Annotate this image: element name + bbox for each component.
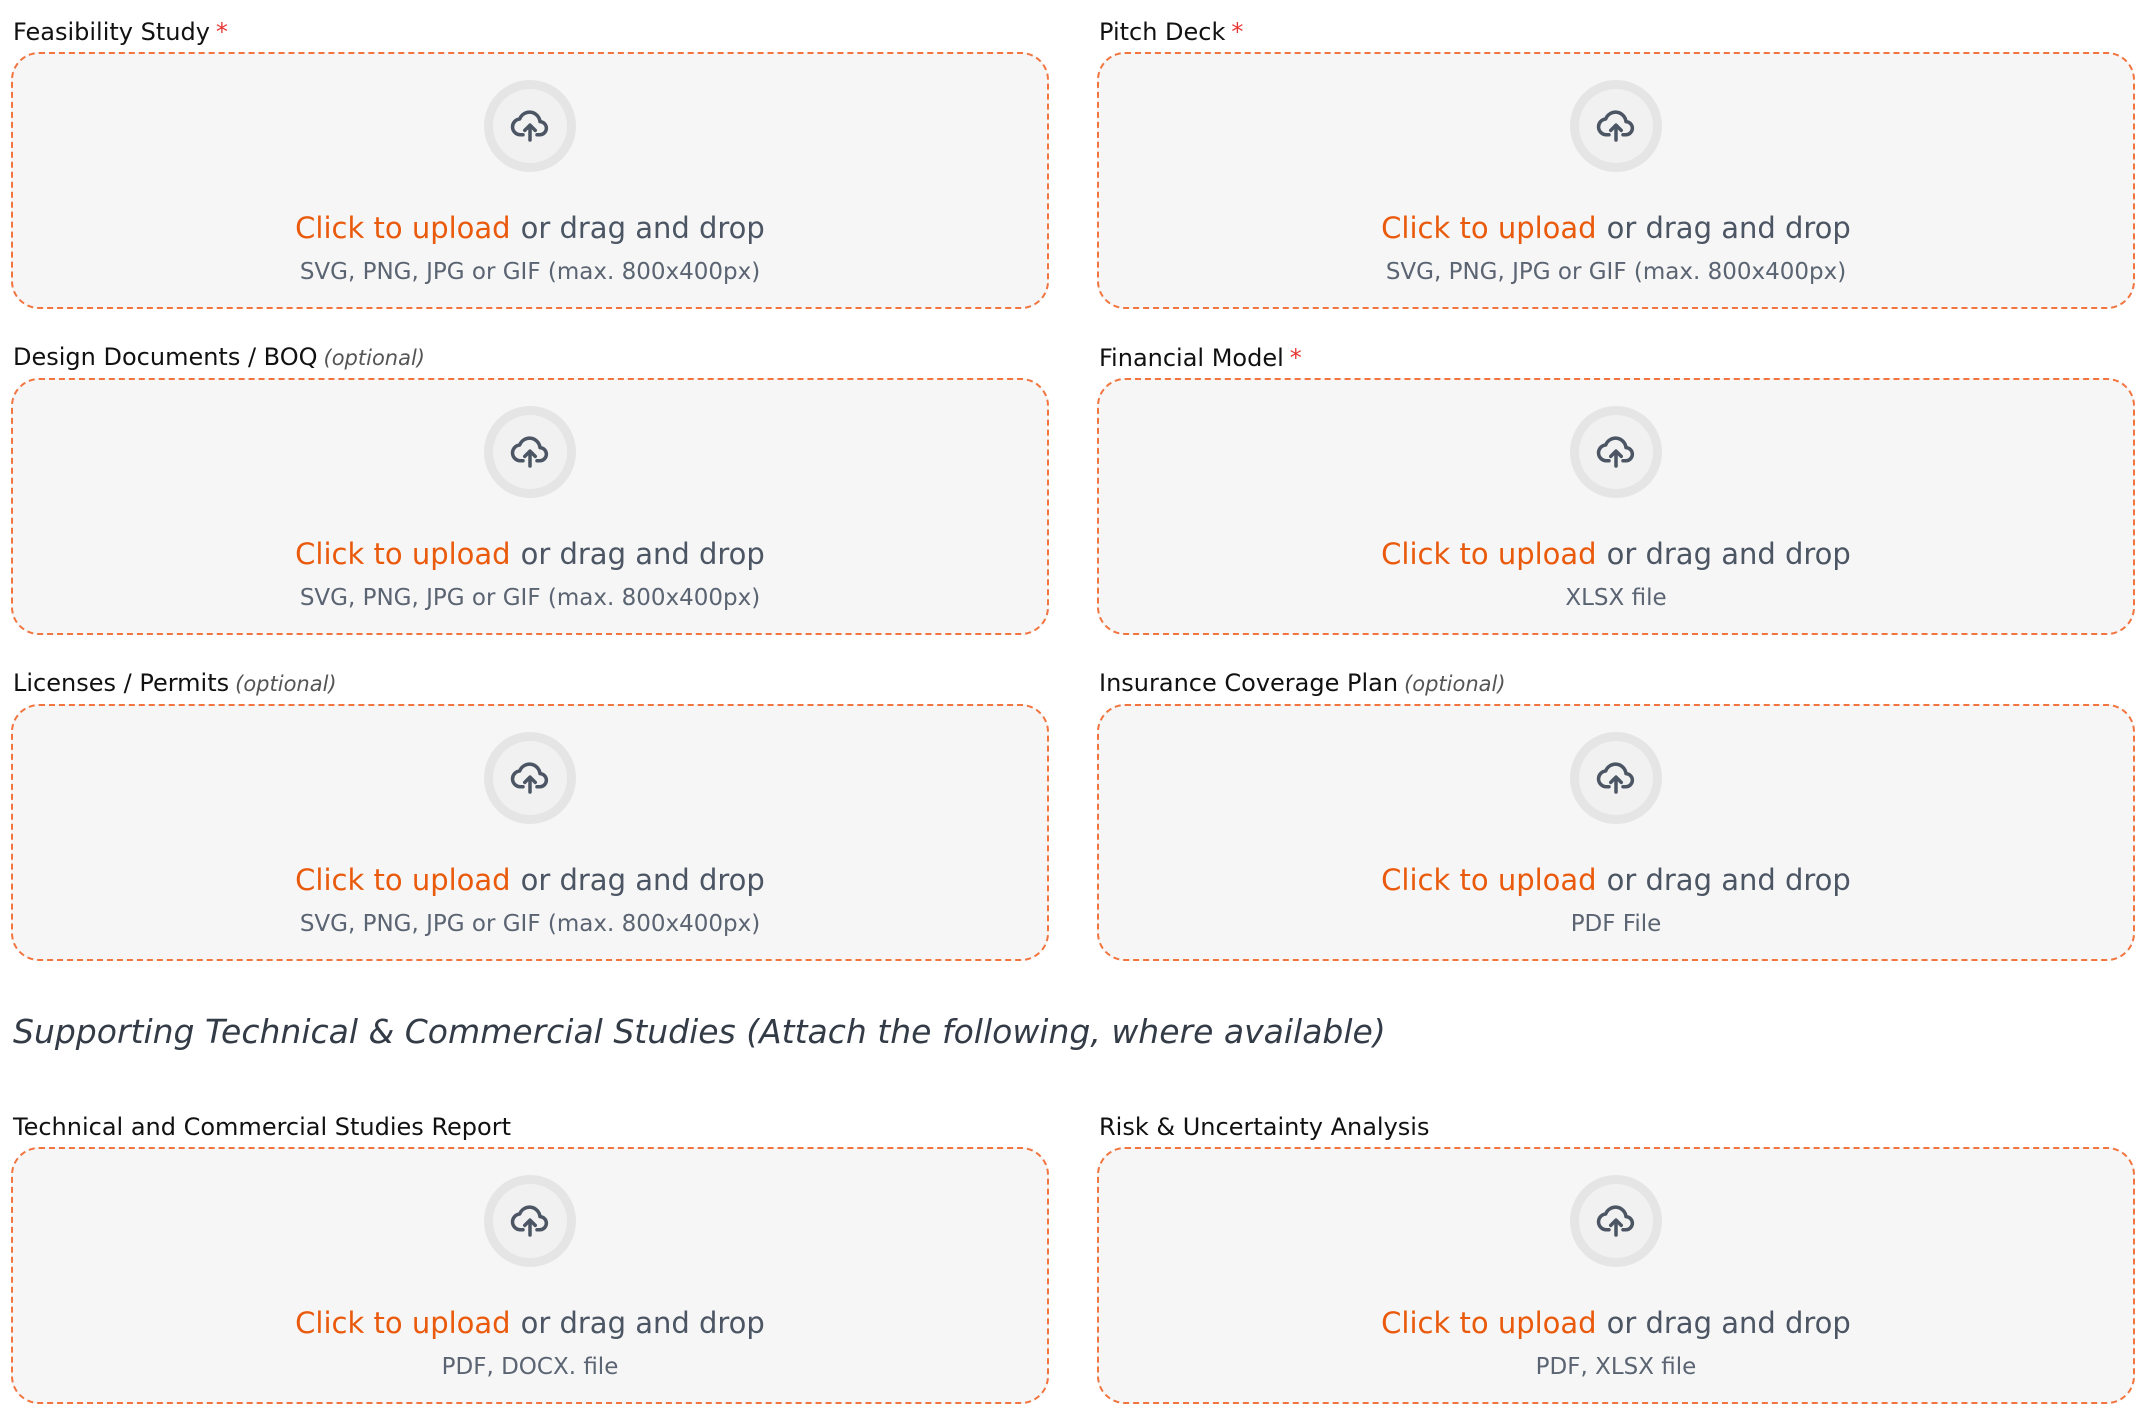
click-to-upload-link[interactable]: Click to upload (295, 537, 510, 571)
click-to-upload-link[interactable]: Click to upload (1381, 863, 1596, 897)
feasibility-study-field: Feasibility Study * Click to upload or dra… (11, 0, 1049, 309)
pitch-deck-field: Pitch Deck * Click to upload or drag and d… (1097, 0, 2135, 309)
cloud-upload-icon (510, 436, 549, 468)
file-type-hint: XLSX file (1565, 585, 1667, 611)
field-label: Design Documents / BOQ (optional) (13, 343, 426, 371)
required-marker: * (215, 18, 228, 46)
field-label: Risk & Uncertainty Analysis (1099, 1113, 1430, 1141)
click-to-upload-link[interactable]: Click to upload (1381, 1306, 1596, 1340)
field-label: Technical and Commercial Studies Report (13, 1113, 511, 1141)
file-type-hint: PDF File (1570, 911, 1662, 937)
file-type-hint: PDF, XLSX file (1535, 1354, 1697, 1380)
optional-marker: (optional) (235, 672, 337, 696)
cloud-upload-icon (1596, 762, 1635, 794)
cloud-upload-icon (1596, 436, 1635, 468)
field-label: Feasibility Study * (13, 18, 228, 46)
required-marker: * (1289, 344, 1302, 372)
field-label: Insurance Coverage Plan (optional) (1099, 669, 1506, 697)
required-marker: * (1231, 18, 1244, 46)
financial-model-field: Financial Model * Click to upload or drag … (1097, 326, 2135, 635)
cloud-upload-icon (510, 1205, 549, 1237)
licenses-permits-field: Licenses / Permits (optional) Click to up… (11, 652, 1049, 961)
cloud-upload-icon (510, 762, 549, 794)
risk-uncertainty-field: Risk & Uncertainty Analysis Click to upl… (1097, 1095, 2135, 1404)
click-to-upload-link[interactable]: Click to upload (295, 1306, 510, 1340)
click-to-upload-link[interactable]: Click to upload (1381, 211, 1596, 245)
file-type-hint: SVG, PNG, JPG or GIF (max. 800x400px) (299, 259, 761, 285)
insurance-coverage-dropzone[interactable]: Click to upload or drag and drop PDF File (1097, 704, 2135, 961)
optional-marker: (optional) (323, 346, 426, 370)
file-type-hint: SVG, PNG, JPG or GIF (max. 800x400px) (299, 585, 761, 611)
cloud-upload-icon (1596, 1205, 1635, 1237)
section-title: Supporting Technical & Commercial Studie… (13, 1012, 1386, 1051)
risk-uncertainty-dropzone[interactable]: Click to upload or drag and drop PDF, XLS… (1097, 1147, 2135, 1404)
optional-marker: (optional) (1404, 672, 1506, 696)
cloud-upload-icon (510, 110, 549, 142)
technical-commercial-report-dropzone[interactable]: Click to upload or drag and drop PDF, DOC… (11, 1147, 1049, 1404)
design-documents-dropzone[interactable]: Click to upload or drag and drop SVG, PNG… (11, 378, 1049, 635)
design-documents-field: Design Documents / BOQ (optional) Click t… (11, 326, 1049, 635)
file-type-hint: SVG, PNG, JPG or GIF (max. 800x400px) (299, 911, 761, 937)
field-label: Pitch Deck * (1099, 18, 1244, 46)
feasibility-study-dropzone[interactable]: Click to upload or drag and drop SVG, PNG… (11, 52, 1049, 309)
field-label: Financial Model * (1099, 344, 1302, 372)
insurance-coverage-field: Insurance Coverage Plan (optional) Click … (1097, 652, 2135, 961)
click-to-upload-link[interactable]: Click to upload (295, 211, 510, 245)
technical-commercial-report-field: Technical and Commercial Studies Report … (11, 1095, 1049, 1404)
click-to-upload-link[interactable]: Click to upload (295, 863, 510, 897)
field-label: Licenses / Permits (optional) (13, 669, 337, 697)
file-type-hint: SVG, PNG, JPG or GIF (max. 800x400px) (1385, 259, 1847, 285)
financial-model-dropzone[interactable]: Click to upload or drag and drop XLSX fil… (1097, 378, 2135, 635)
click-to-upload-link[interactable]: Click to upload (1381, 537, 1596, 571)
pitch-deck-dropzone[interactable]: Click to upload or drag and drop SVG, PNG… (1097, 52, 2135, 309)
cloud-upload-icon (1596, 110, 1635, 142)
file-type-hint: PDF, DOCX. file (441, 1354, 619, 1380)
licenses-permits-dropzone[interactable]: Click to upload or drag and drop SVG, PNG… (11, 704, 1049, 961)
